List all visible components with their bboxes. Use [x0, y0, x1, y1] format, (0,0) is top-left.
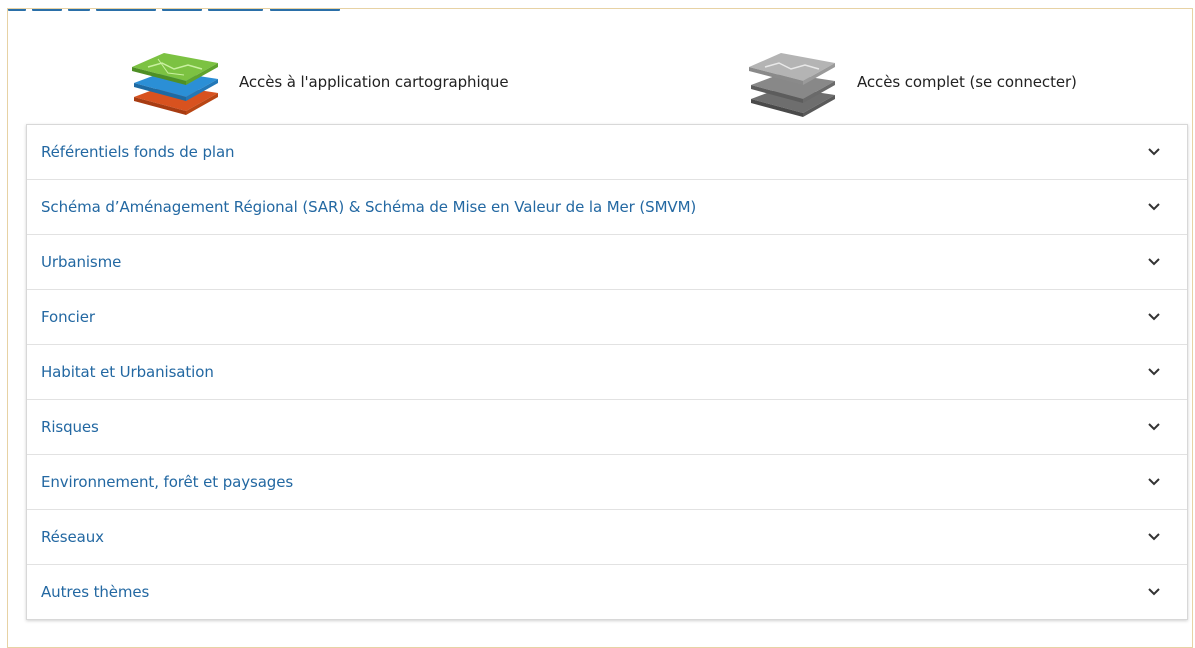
accordion-item-label: Habitat et Urbanisation — [41, 363, 214, 381]
accordion-item-environnement[interactable]: Environnement, forêt et paysages — [27, 455, 1187, 510]
chevron-down-icon — [1148, 258, 1160, 266]
chevron-down-icon — [1148, 148, 1160, 156]
accordion-item-autres-themes[interactable]: Autres thèmes — [27, 565, 1187, 619]
carto-app-link[interactable]: Accès à l'application cartographique — [128, 45, 509, 119]
chevron-down-icon — [1148, 588, 1160, 596]
accordion-item-label: Environnement, forêt et paysages — [41, 473, 294, 491]
carto-app-link-label: Accès à l'application cartographique — [239, 73, 509, 91]
accordion-item-foncier[interactable]: Foncier — [27, 290, 1187, 345]
accordion-item-urbanisme[interactable]: Urbanisme — [27, 235, 1187, 290]
chevron-down-icon — [1148, 368, 1160, 376]
accordion-item-reseaux[interactable]: Réseaux — [27, 510, 1187, 565]
chevron-down-icon — [1148, 313, 1160, 321]
accordion-item-risques[interactable]: Risques — [27, 400, 1187, 455]
accordion-item-label: Référentiels fonds de plan — [41, 143, 235, 161]
accordion-item-label: Foncier — [41, 308, 95, 326]
chevron-down-icon — [1148, 203, 1160, 211]
full-access-login-link[interactable]: Accès complet (se connecter) — [747, 45, 1077, 119]
accordion-item-label: Schéma d’Aménagement Régional (SAR) & Sc… — [41, 198, 697, 216]
accordion-item-label: Urbanisme — [41, 253, 122, 271]
accordion-item-label: Autres thèmes — [41, 583, 150, 601]
accordion-item-sar-smvm[interactable]: Schéma d’Aménagement Régional (SAR) & Sc… — [27, 180, 1187, 235]
cropped-heading — [8, 9, 348, 12]
accordion-item-referentiels[interactable]: Référentiels fonds de plan — [27, 125, 1187, 180]
chevron-down-icon — [1148, 533, 1160, 541]
map-layers-icon — [132, 53, 218, 115]
theme-accordion: Référentiels fonds de plan Schéma d’Amén… — [26, 124, 1188, 620]
accordion-item-habitat[interactable]: Habitat et Urbanisation — [27, 345, 1187, 400]
accordion-item-label: Risques — [41, 418, 99, 436]
map-layers-gray-icon — [749, 53, 835, 117]
accordion-item-label: Réseaux — [41, 528, 104, 546]
chevron-down-icon — [1148, 478, 1160, 486]
full-access-link-label: Accès complet (se connecter) — [857, 73, 1077, 91]
chevron-down-icon — [1148, 423, 1160, 431]
